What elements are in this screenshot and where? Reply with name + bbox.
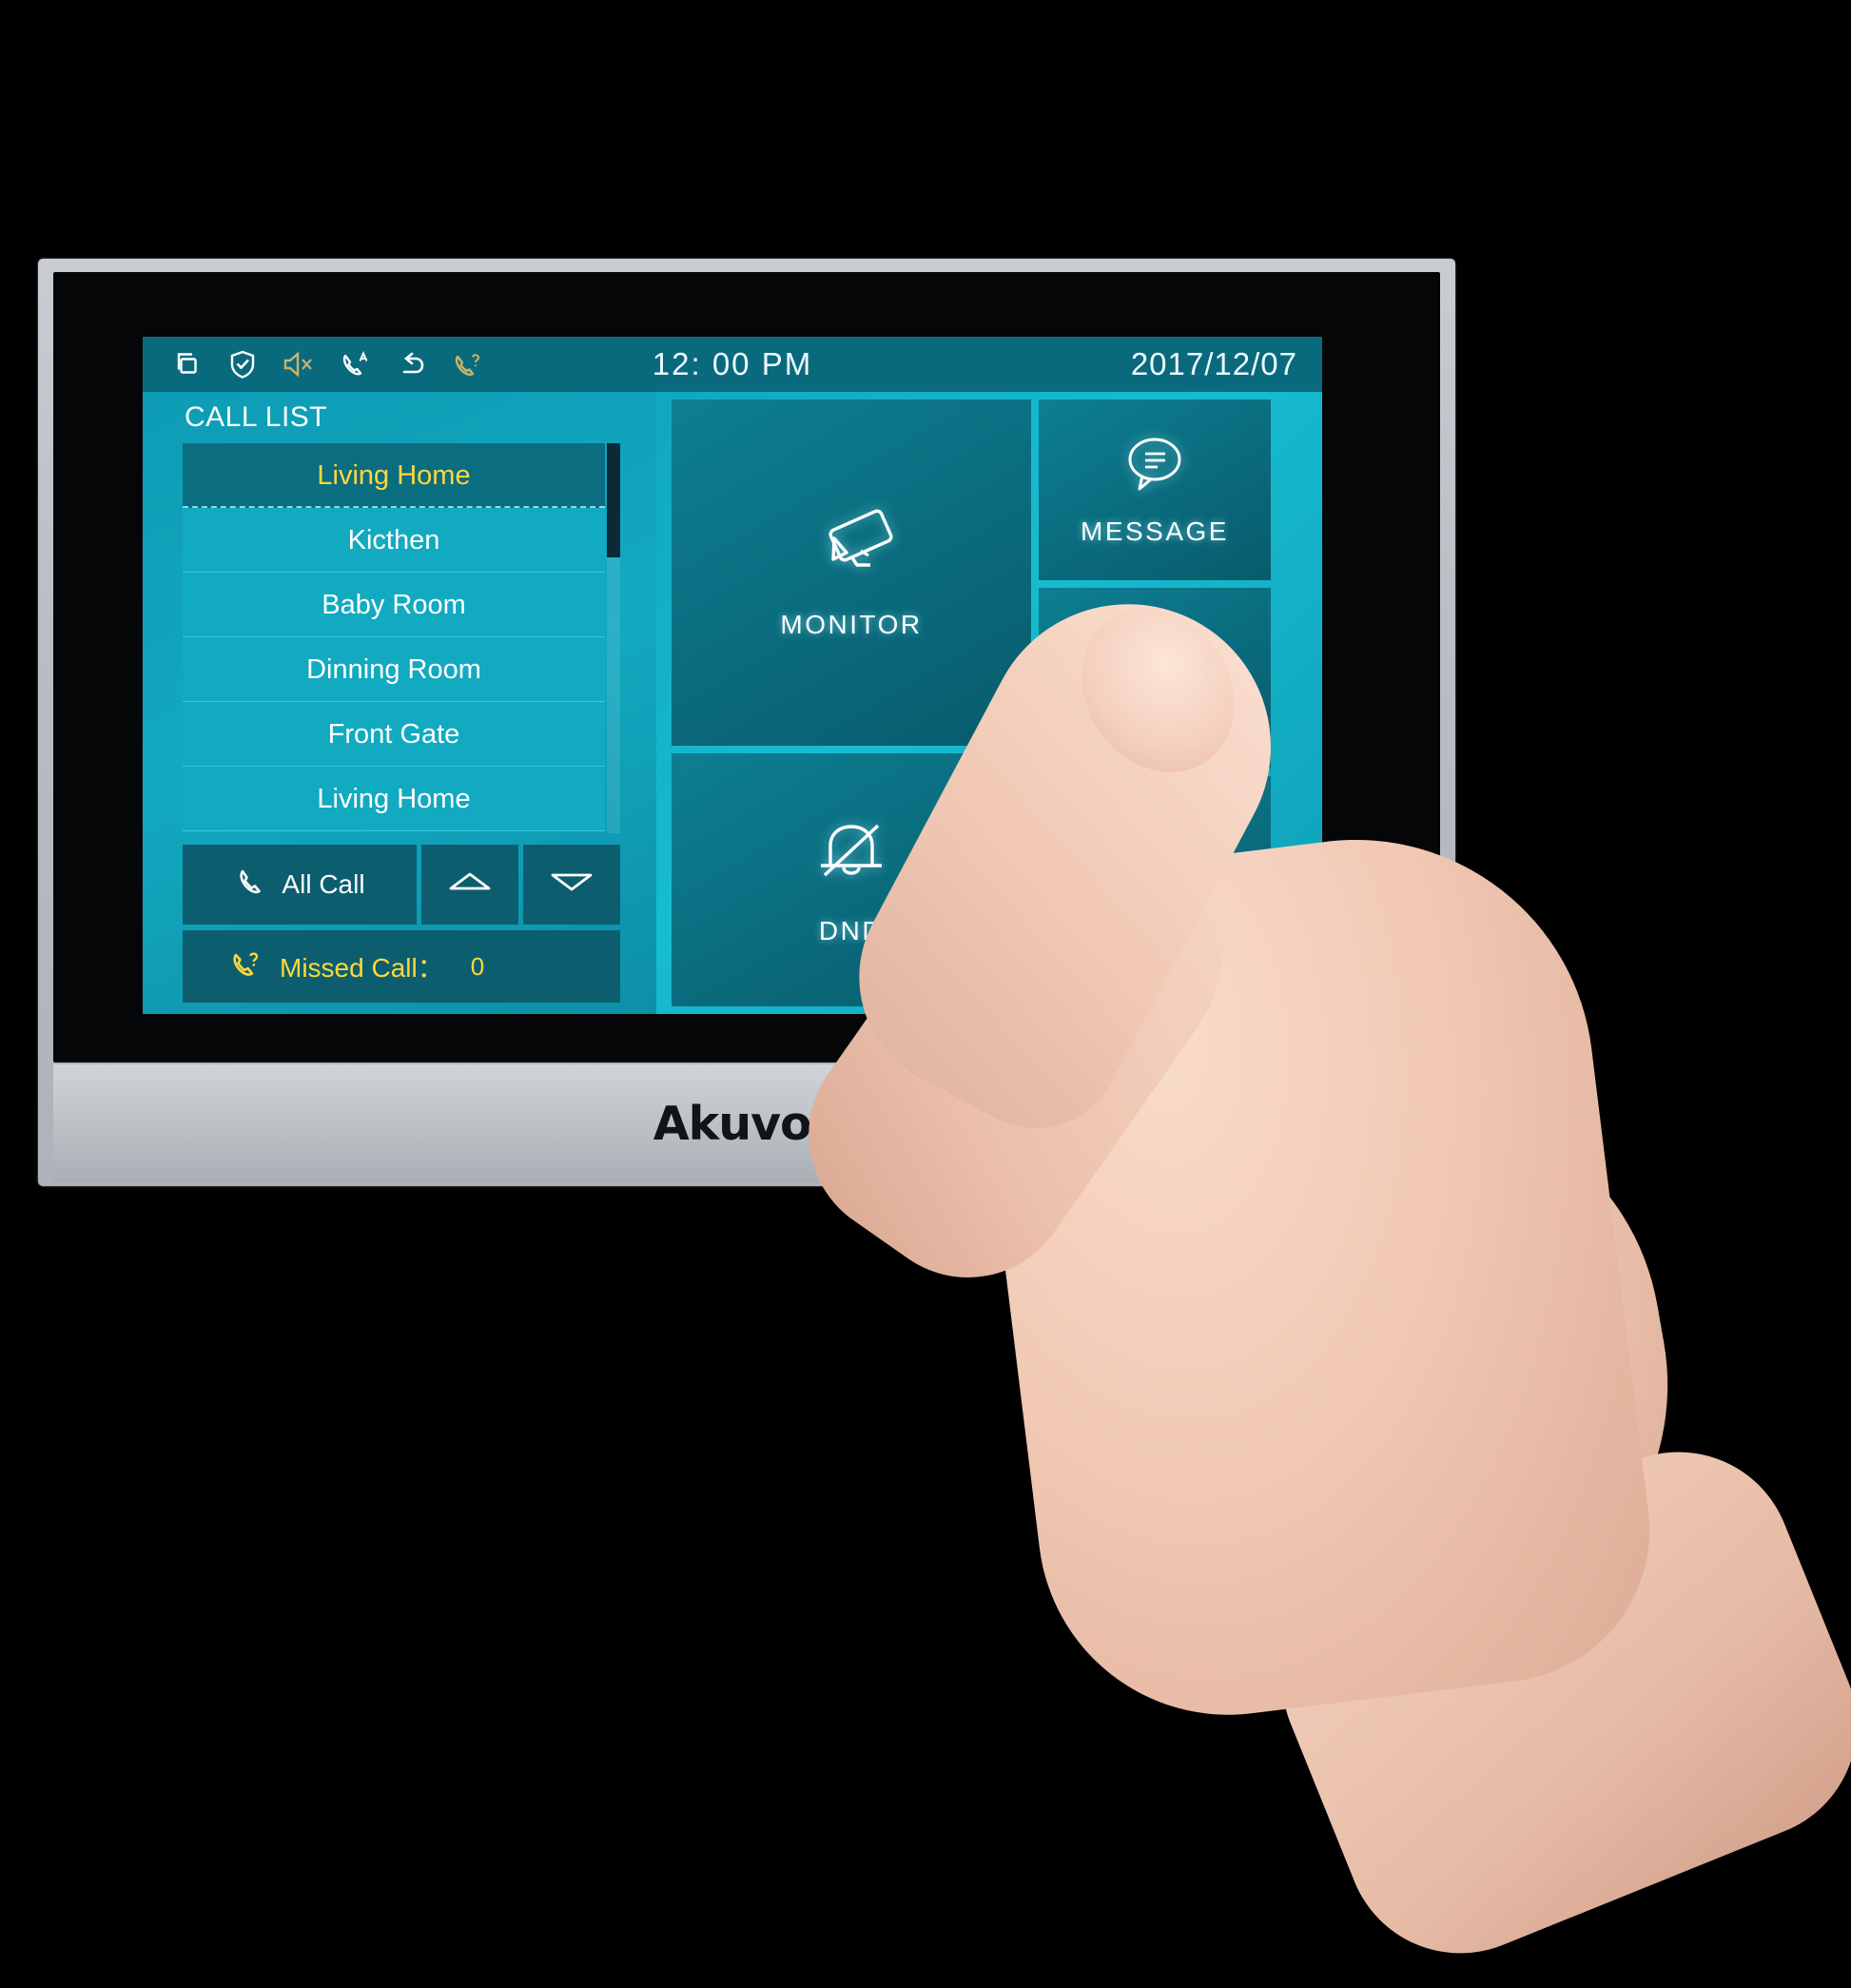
screenshot-canvas: 12: 00 PM 2017/12/07 CALL LIST Living Ho…	[0, 0, 1851, 1988]
akuvox-logo: Akuvox	[653, 1096, 842, 1151]
missed-call-count: 0	[470, 951, 485, 981]
triangle-down-icon	[547, 866, 596, 905]
hand-wrist	[1247, 1417, 1851, 1988]
scroll-up-button[interactable]	[421, 845, 518, 925]
akuvox-indoor-monitor-device: 12: 00 PM 2017/12/07 CALL LIST Living Ho…	[38, 259, 1455, 1186]
tile-message[interactable]: MESSAGE	[1039, 400, 1271, 580]
obscured-icon	[1136, 665, 1174, 676]
function-tile-grid: MONITOR DND MESSAGE	[672, 400, 1315, 1006]
obscured-dot	[1136, 665, 1146, 676]
lcd-screen: 12: 00 PM 2017/12/07 CALL LIST Living Ho…	[143, 337, 1322, 1014]
call-list-item[interactable]: Living Home	[183, 767, 605, 831]
status-bar: 12: 00 PM 2017/12/07	[143, 337, 1322, 392]
obscured-dot	[1163, 665, 1174, 676]
lcd-content: CALL LIST Living Home Kicthen Baby Room …	[143, 392, 1322, 1014]
missed-call-phone-icon	[228, 946, 263, 987]
tile-dnd[interactable]: DND	[672, 753, 1031, 1006]
missed-call-label: Missed Call：	[280, 953, 444, 983]
tile-monitor-label: MONITOR	[780, 609, 923, 639]
tile-dnd-label: DND	[818, 915, 885, 945]
all-call-button[interactable]: All Call	[183, 845, 417, 925]
call-list-item[interactable]: Dinning Room	[183, 637, 605, 702]
cctv-camera-icon	[802, 506, 901, 594]
call-list-scroll-area[interactable]: Living Home Kicthen Baby Room Dinning Ro…	[183, 443, 620, 833]
call-list-item[interactable]: Baby Room	[183, 573, 605, 637]
call-list-item[interactable]: Kicthen	[183, 508, 605, 573]
call-list-item[interactable]: Front Gate	[183, 702, 605, 767]
missed-call-row[interactable]: Missed Call： 0	[183, 930, 620, 1003]
status-date: 2017/12/07	[1130, 346, 1297, 381]
tile-setting-obscured[interactable]	[1039, 776, 1271, 1006]
call-list-button-row: All Call	[183, 845, 620, 925]
all-call-label: All Call	[282, 869, 365, 899]
call-list-item[interactable]: Living Home	[183, 443, 605, 508]
call-list-title: CALL LIST	[185, 401, 328, 433]
speech-bubble-icon	[1120, 434, 1190, 501]
scrollbar-thumb[interactable]	[607, 443, 620, 557]
tile-unlock-obscured[interactable]	[1039, 588, 1271, 769]
triangle-up-icon	[445, 866, 495, 905]
phone-icon	[234, 865, 268, 906]
bell-slash-icon	[808, 814, 895, 901]
scroll-down-button[interactable]	[523, 845, 620, 925]
call-list-scrollbar[interactable]	[607, 443, 620, 833]
call-list-items: Living Home Kicthen Baby Room Dinning Ro…	[183, 443, 605, 833]
call-list-panel: CALL LIST Living Home Kicthen Baby Room …	[143, 392, 656, 1014]
tile-monitor[interactable]: MONITOR	[672, 400, 1031, 746]
device-bottom-bezel: Akuvox	[53, 1064, 1440, 1182]
tile-message-label: MESSAGE	[1081, 516, 1229, 546]
